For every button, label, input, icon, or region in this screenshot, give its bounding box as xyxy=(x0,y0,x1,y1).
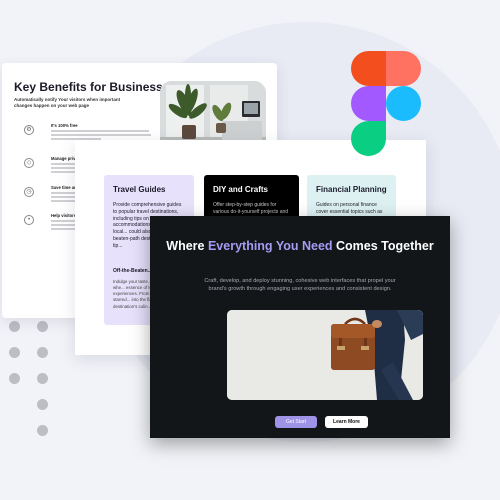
text-line xyxy=(51,134,151,136)
hero-title-part: Where xyxy=(166,239,208,253)
hero-title: Where Everything You Need Comes Together xyxy=(150,238,450,254)
dot xyxy=(9,347,20,358)
dot xyxy=(37,321,48,332)
shield-icon: ◇ xyxy=(24,158,34,168)
figma-logo xyxy=(351,51,421,156)
text-line xyxy=(51,130,149,132)
dot xyxy=(37,425,48,436)
learn-more-button[interactable]: Learn More xyxy=(325,416,368,428)
figma-logo-blue xyxy=(386,86,421,121)
tile-subheading: Off-the-Beaten... xyxy=(113,268,152,274)
dot xyxy=(37,399,48,410)
hero-title-part: Comes Together xyxy=(332,239,434,253)
dot xyxy=(37,373,48,384)
tile-title: Travel Guides xyxy=(113,185,166,194)
feature-title: It's 100% free xyxy=(51,123,78,128)
user-icon: • xyxy=(24,215,34,225)
figma-logo-purple xyxy=(351,86,386,121)
businessman-briefcase-photo xyxy=(227,310,423,400)
hero-title-highlight: Everything You Need xyxy=(207,239,333,253)
clock-icon: ◷ xyxy=(24,187,34,197)
hero-description: Craft, develop, and deploy stunning, coh… xyxy=(204,278,396,292)
figma-logo-red xyxy=(351,51,386,86)
dot xyxy=(37,347,48,358)
figma-logo-coral xyxy=(386,51,421,86)
tile-title: Financial Planning xyxy=(316,185,387,194)
benefits-subtitle: Automatically notify Your visitors when … xyxy=(14,97,121,109)
hero-card: Where Everything You Need Comes Together… xyxy=(150,216,450,438)
gear-icon: ⚙ xyxy=(24,125,34,135)
dot xyxy=(9,321,20,332)
get-start-button[interactable]: Get Start xyxy=(275,416,317,428)
tile-title: DIY and Crafts xyxy=(213,185,268,194)
benefits-title: Key Benefits for Business xyxy=(14,80,163,94)
figma-logo-green xyxy=(351,121,386,156)
dot xyxy=(9,373,20,384)
